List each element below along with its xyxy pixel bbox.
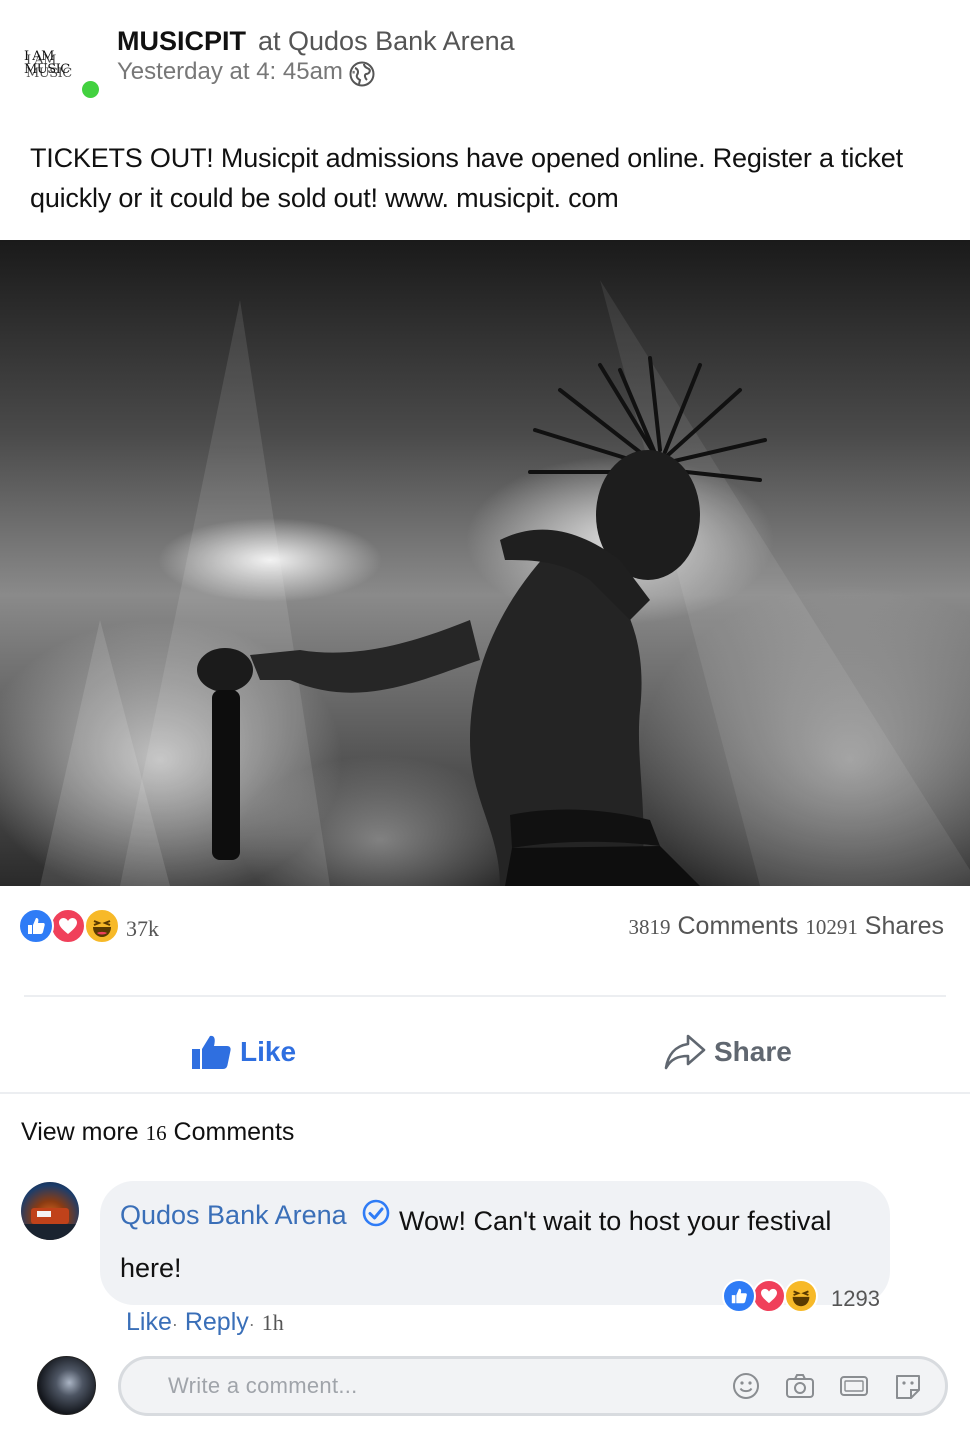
commenter-avatar[interactable] xyxy=(21,1182,79,1240)
emoji-icon[interactable] xyxy=(731,1372,761,1400)
love-reaction-icon xyxy=(752,1279,786,1313)
comments-link[interactable]: Comments xyxy=(678,912,799,940)
share-button[interactable]: Share xyxy=(664,1030,792,1074)
separator-dot: · xyxy=(171,1314,178,1334)
timestamp-text: Yesterday at 4: 45am xyxy=(117,58,343,85)
comment-reaction-count[interactable]: 1293 xyxy=(831,1286,880,1312)
concert-photo[interactable] xyxy=(0,240,970,886)
verified-badge-icon xyxy=(362,1199,390,1227)
separator-dot: · xyxy=(248,1314,255,1334)
share-arrow-icon xyxy=(664,1034,706,1070)
comment-input-tools xyxy=(731,1372,923,1400)
shares-count: 10291 xyxy=(805,915,858,939)
comment-text-line2: here! xyxy=(120,1253,182,1283)
performer-silhouette xyxy=(40,280,970,886)
online-status-dot xyxy=(82,81,99,98)
haha-reaction-icon xyxy=(84,908,120,944)
comment-actions: Like· Reply· 1h xyxy=(126,1308,284,1337)
shares-link[interactable]: Shares xyxy=(865,912,944,940)
divider xyxy=(24,995,946,997)
thumbs-up-icon xyxy=(192,1035,231,1069)
post-timestamp[interactable]: Yesterday at 4: 45am · xyxy=(117,58,358,86)
current-user-avatar[interactable] xyxy=(37,1356,96,1415)
like-button[interactable]: Like xyxy=(190,1030,296,1074)
reactions-summary-row: 37k 3819 Comments 10291 Shares xyxy=(0,900,970,960)
post-header: I AM MUSIC I AM MUSIC MUSICPIT at Qudos … xyxy=(0,0,970,120)
reaction-count[interactable]: 37k xyxy=(126,916,159,942)
comment-time[interactable]: 1h xyxy=(262,1310,284,1335)
comment-reaction-icons[interactable] xyxy=(722,1279,832,1315)
gif-icon[interactable] xyxy=(839,1372,869,1400)
comment-text-line1: Wow! Can't wait to host your festival xyxy=(399,1206,832,1236)
like-button-label: Like xyxy=(240,1036,297,1067)
comment-input-placeholder: Write a comment... xyxy=(168,1373,358,1398)
like-reaction-icon xyxy=(722,1279,756,1313)
post-body-text: TICKETS OUT! Musicpit admissions have op… xyxy=(30,143,903,213)
view-more-suffix: Comments xyxy=(173,1118,295,1146)
comment-reply-link[interactable]: Reply xyxy=(185,1308,249,1336)
share-button-label: Share xyxy=(714,1036,792,1067)
comment-author-link[interactable]: Qudos Bank Arena xyxy=(120,1200,347,1231)
sticker-icon[interactable] xyxy=(893,1372,923,1400)
view-more-comments-link[interactable]: View more 16 Comments xyxy=(21,1118,294,1147)
globe-icon[interactable] xyxy=(348,60,376,88)
location-link[interactable]: at Qudos Bank Arena xyxy=(258,26,515,57)
haha-reaction-icon xyxy=(784,1279,818,1313)
love-reaction-icon xyxy=(50,908,86,944)
comments-count: 3819 xyxy=(628,915,671,939)
page-name-link[interactable]: MUSICPIT xyxy=(117,26,246,57)
view-more-prefix: View more xyxy=(21,1118,139,1146)
divider xyxy=(0,1092,970,1094)
page-logo-text-shadow: I AM MUSIC xyxy=(26,53,72,81)
post-stats: 3819 Comments 10291 Shares xyxy=(629,912,944,941)
comment-like-link[interactable]: Like xyxy=(126,1308,172,1336)
like-reaction-icon xyxy=(18,908,54,944)
comment-input[interactable]: Write a comment... xyxy=(118,1356,948,1416)
view-more-count: 16 xyxy=(145,1121,167,1145)
camera-icon[interactable] xyxy=(785,1372,815,1400)
page-logo[interactable]: I AM MUSIC I AM MUSIC xyxy=(22,44,100,84)
reaction-icons[interactable] xyxy=(18,908,128,948)
